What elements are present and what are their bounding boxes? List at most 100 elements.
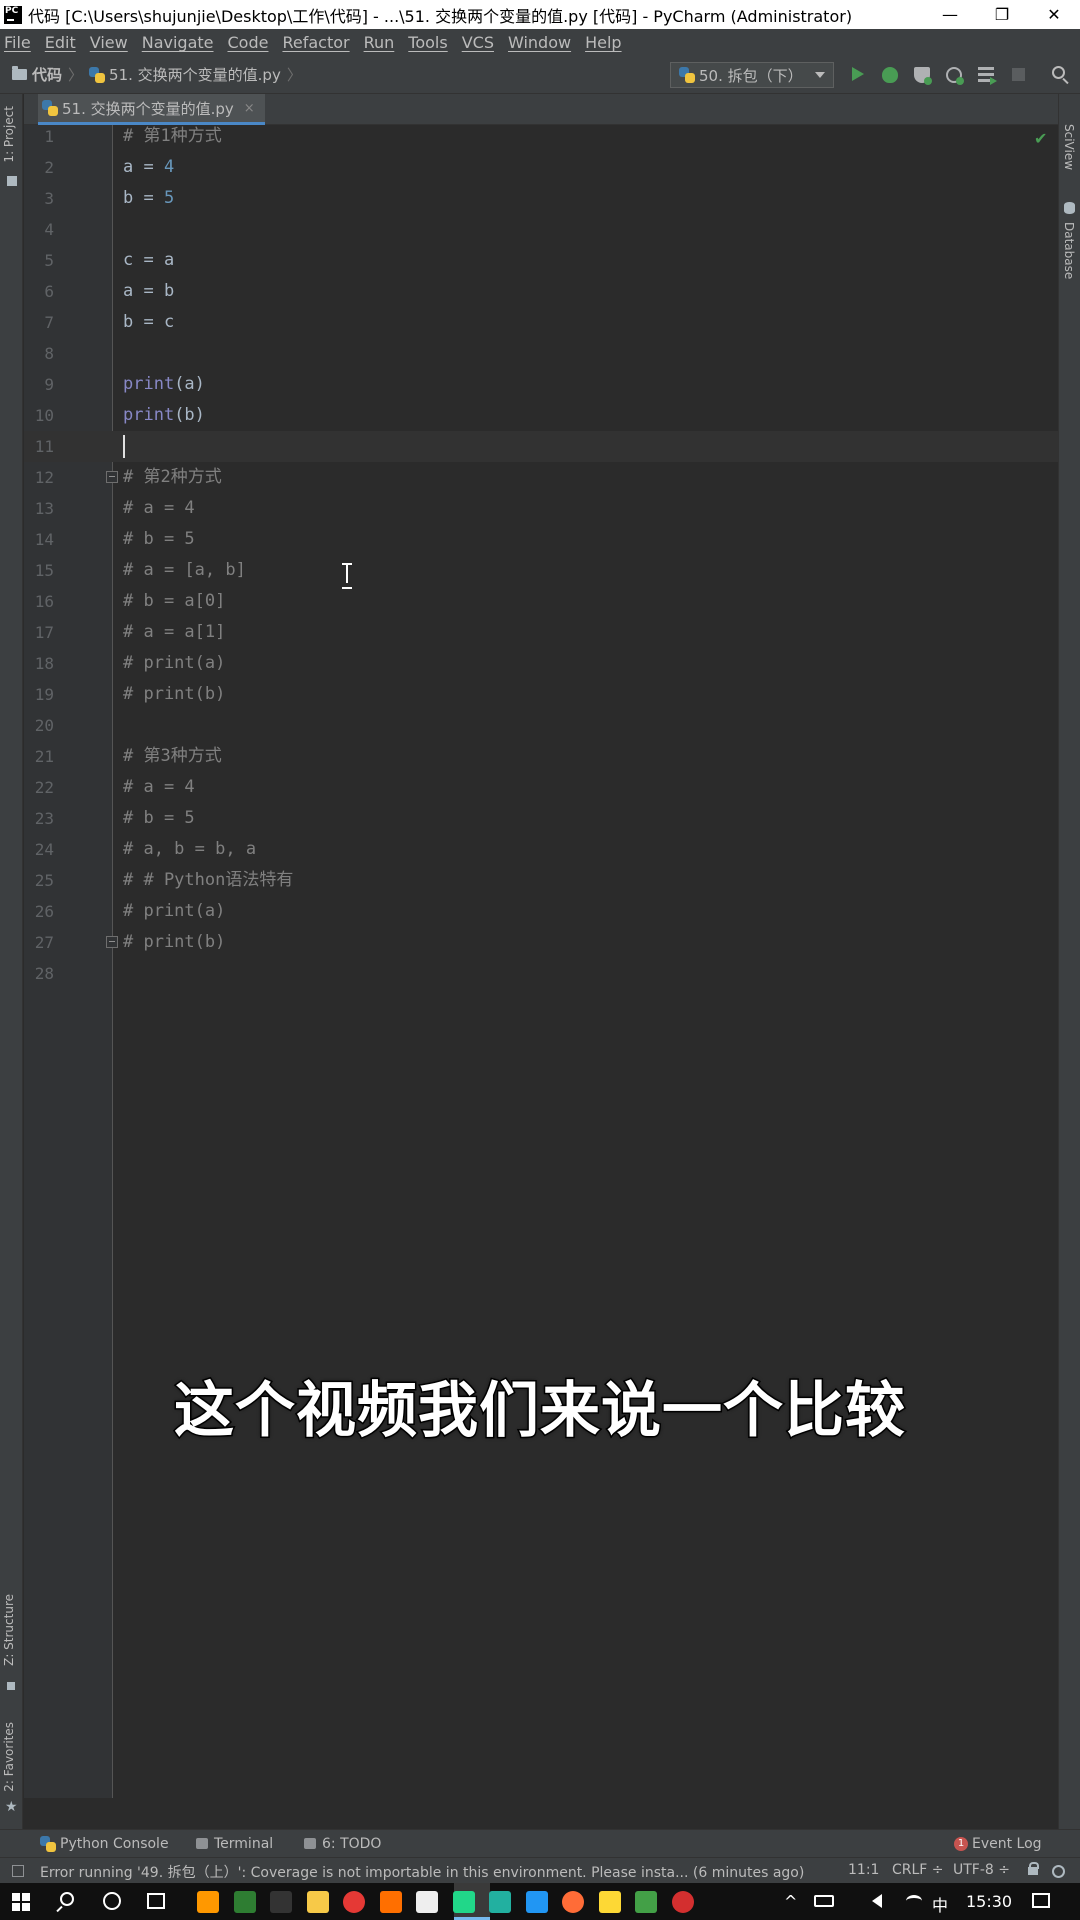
menu-item-window[interactable]: Window: [508, 33, 571, 52]
task-view-icon[interactable]: [147, 1893, 165, 1909]
fold-marker-icon[interactable]: [106, 471, 118, 483]
menu-item-view[interactable]: View: [90, 33, 128, 52]
wifi-icon[interactable]: [906, 1895, 922, 1907]
code-line[interactable]: 20: [24, 710, 1058, 741]
code-line[interactable]: 8: [24, 338, 1058, 369]
coverage-icon[interactable]: [914, 67, 932, 85]
code-line[interactable]: 26 # print(a): [24, 896, 1058, 927]
inspector-face-icon[interactable]: [1052, 1865, 1065, 1878]
database-tool-tab[interactable]: Database: [1062, 222, 1076, 279]
search-everywhere-icon[interactable]: [1052, 66, 1065, 79]
tray-chevron-icon[interactable]: ^: [784, 1892, 797, 1911]
code-line[interactable]: 21 # 第3种方式: [24, 741, 1058, 772]
code-line[interactable]: 23 # b = 5: [24, 803, 1058, 834]
close-button[interactable]: ✕: [1028, 0, 1080, 29]
sciview-tool-tab[interactable]: SciView: [1062, 124, 1076, 170]
green-app-icon[interactable]: [635, 1891, 657, 1913]
python-console-button[interactable]: Python Console: [40, 1835, 169, 1852]
inspection-ok-icon[interactable]: ✔: [1034, 129, 1047, 148]
toggle-tool-windows-icon[interactable]: [12, 1865, 24, 1877]
debug-icon[interactable]: [882, 67, 898, 83]
line-separator[interactable]: CRLF ÷: [892, 1862, 944, 1878]
code-line[interactable]: 1 # 第1种方式: [24, 121, 1058, 152]
battery-icon[interactable]: [814, 1895, 834, 1907]
fold-marker-icon[interactable]: [106, 936, 118, 948]
notification-center-icon[interactable]: [1032, 1893, 1050, 1908]
menu-item-edit[interactable]: Edit: [45, 33, 76, 52]
code-line[interactable]: 28: [24, 958, 1058, 989]
clion-icon[interactable]: [489, 1891, 511, 1913]
code-area[interactable]: 1 # 第1种方式 2 a = 4 3 b = 5 4 5 c = a 6 a = b 7 b = c 8…: [24, 125, 1058, 1798]
restore-button[interactable]: ❐: [976, 0, 1028, 29]
code-line[interactable]: 14 # b = 5: [24, 524, 1058, 555]
caret-position[interactable]: 11:1: [848, 1862, 879, 1878]
close-tab-icon[interactable]: ×: [244, 101, 255, 116]
code-line[interactable]: 6 a = b: [24, 276, 1058, 307]
menu-item-help[interactable]: Help: [585, 33, 621, 52]
favorites-tool-tab[interactable]: 2: Favorites: [2, 1722, 16, 1792]
menu-item-file[interactable]: File: [4, 33, 31, 52]
code-line[interactable]: 19 # print(b): [24, 679, 1058, 710]
menu-item-run[interactable]: Run: [364, 33, 395, 52]
code-line[interactable]: 3 b = 5: [24, 183, 1058, 214]
cmd-icon[interactable]: [270, 1891, 292, 1913]
code-line[interactable]: 24 # a, b = b, a: [24, 834, 1058, 865]
code-line[interactable]: 13 # a = 4: [24, 493, 1058, 524]
menu-item-vcs[interactable]: VCS: [462, 33, 494, 52]
minimize-button[interactable]: —: [924, 0, 976, 29]
menu-item-code[interactable]: Code: [228, 33, 269, 52]
menu-item-refactor[interactable]: Refactor: [282, 33, 349, 52]
code-line[interactable]: 27 # print(b): [24, 927, 1058, 958]
run-icon[interactable]: [852, 67, 864, 81]
code-line[interactable]: 12 # 第2种方式: [24, 462, 1058, 493]
chrome-icon[interactable]: [671, 1891, 694, 1913]
code-line[interactable]: 2 a = 4: [24, 152, 1058, 183]
run-configuration-select[interactable]: 50. 拆包（下）: [670, 62, 834, 88]
code-line[interactable]: 9 print(a): [24, 369, 1058, 400]
code-editor[interactable]: 1 # 第1种方式 2 a = 4 3 b = 5 4 5 c = a 6 a = b 7 b = c 8…: [24, 125, 1058, 1798]
code-line[interactable]: 15 # a = [a, b]: [24, 555, 1058, 586]
pycharm-icon[interactable]: [452, 1891, 475, 1913]
sublime2-icon[interactable]: [379, 1891, 402, 1913]
sublime-icon[interactable]: [197, 1891, 219, 1913]
profile-icon[interactable]: [946, 67, 964, 85]
todo-button[interactable]: 6: TODO: [304, 1836, 381, 1852]
code-line[interactable]: 5 c = a: [24, 245, 1058, 276]
menu-item-tools[interactable]: Tools: [408, 33, 447, 52]
taskbar-clock[interactable]: 15:30: [966, 1892, 1012, 1911]
windows-start-icon[interactable]: [12, 1893, 30, 1911]
cortana-icon[interactable]: [103, 1892, 121, 1910]
code-line[interactable]: 10 print(b): [24, 400, 1058, 431]
concurrency-icon[interactable]: [978, 67, 997, 85]
code-line[interactable]: 7 b = c: [24, 307, 1058, 338]
input-method-indicator[interactable]: 中: [932, 1892, 948, 1916]
volume-icon[interactable]: [872, 1894, 882, 1908]
status-message[interactable]: Error running '49. 拆包（上）': Coverage is n…: [40, 1862, 804, 1882]
code-line[interactable]: 22 # a = 4: [24, 772, 1058, 803]
code-line[interactable]: 18 # print(a): [24, 648, 1058, 679]
file-encoding[interactable]: UTF-8 ÷: [953, 1862, 1010, 1878]
code-line[interactable]: 25 # # Python语法特有: [24, 865, 1058, 896]
terminal-button[interactable]: Terminal: [196, 1836, 273, 1852]
typora-icon[interactable]: [416, 1891, 438, 1913]
code-line[interactable]: 16 # b = a[0]: [24, 586, 1058, 617]
music-icon[interactable]: [343, 1891, 365, 1913]
code-token: # a = 4: [123, 777, 195, 797]
code-line[interactable]: 17 # a = a[1]: [24, 617, 1058, 648]
breadcrumb-project[interactable]: 代码: [32, 64, 62, 85]
puzzle-icon[interactable]: [598, 1891, 621, 1913]
project-tool-tab[interactable]: 1: Project: [2, 106, 16, 163]
menu-item-navigate[interactable]: Navigate: [142, 33, 214, 52]
note-icon[interactable]: [306, 1891, 329, 1913]
postman-icon[interactable]: [562, 1891, 584, 1913]
code-line[interactable]: 11: [24, 431, 1058, 462]
git-icon[interactable]: [233, 1891, 256, 1913]
taskbar-search-icon[interactable]: [60, 1892, 74, 1906]
event-log-button[interactable]: 1 Event Log: [954, 1836, 1042, 1852]
code-line[interactable]: 4: [24, 214, 1058, 245]
stop-icon[interactable]: [1012, 68, 1025, 81]
structure-tool-tab[interactable]: Z: Structure: [2, 1594, 16, 1666]
vscode-icon[interactable]: [525, 1891, 548, 1913]
breadcrumb-file[interactable]: 51. 交换两个变量的值.py: [109, 64, 281, 85]
lock-icon[interactable]: [1028, 1862, 1039, 1875]
